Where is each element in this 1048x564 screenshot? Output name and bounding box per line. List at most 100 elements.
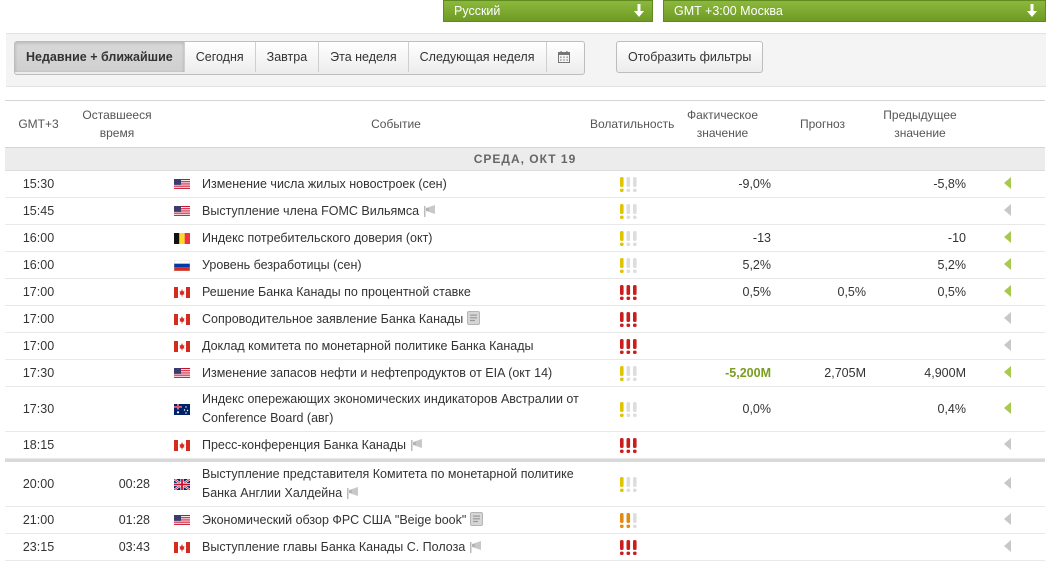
tab-this-week[interactable]: Эта неделя	[319, 42, 409, 72]
event-time: 17:00	[5, 332, 72, 360]
event-title[interactable]: Выступление члена FOMC Вильямса	[202, 204, 419, 218]
event-title[interactable]: Сопроводительное заявление Банка Канады	[202, 312, 463, 326]
event-row[interactable]: 16:00 Уровень безработицы (сен) 5,2% 5,2…	[5, 251, 1045, 279]
forecast-value	[775, 305, 870, 333]
event-row[interactable]: 15:45 Выступление члена FOMC Вильямса	[5, 197, 1045, 225]
volatility-3-icon	[620, 437, 637, 453]
event-time: 17:00	[5, 278, 72, 306]
forecast-value	[775, 533, 870, 561]
previous-value: 4,900M	[870, 359, 970, 387]
event-name[interactable]: Изменение числа жилых новостроек (сен)	[202, 170, 590, 198]
event-title[interactable]: Индекс опережающих экономических индикат…	[202, 392, 579, 425]
event-name[interactable]: Изменение запасов нефти и нефтепродуктов…	[202, 359, 590, 387]
forecast-value	[775, 386, 870, 432]
forecast-value	[775, 431, 870, 459]
event-title[interactable]: Доклад комитета по монетарной политике Б…	[202, 339, 533, 353]
col-forecast: Прогноз	[775, 100, 870, 148]
volatility-1-icon	[620, 230, 637, 246]
flag-ru-icon	[174, 260, 190, 272]
event-name[interactable]: Выступление главы Банка Канады С. Полоза	[202, 533, 590, 561]
event-name[interactable]: Индекс потребительского доверия (окт)	[202, 224, 590, 252]
tab-tomorrow[interactable]: Завтра	[256, 42, 320, 72]
forecast-value	[775, 251, 870, 279]
expand-arrow-icon	[1003, 203, 1011, 216]
country-flag	[162, 332, 202, 360]
event-name[interactable]: Индекс опережающих экономических индикат…	[202, 386, 590, 432]
tab-recent-upcoming[interactable]: Недавние + ближайшие	[15, 42, 185, 72]
time-remaining	[72, 197, 162, 225]
expand-arrow-icon	[1003, 512, 1011, 525]
time-remaining	[72, 170, 162, 198]
timezone-dropdown[interactable]: GMT +3:00 Москва	[663, 0, 1046, 22]
event-title[interactable]: Изменение числа жилых новостроек (сен)	[202, 177, 447, 191]
event-name[interactable]: Пресс-конференция Банка Канады	[202, 431, 590, 459]
event-time: 21:00	[5, 506, 72, 534]
event-row[interactable]: 20:00 00:28 Выступление представителя Ко…	[5, 462, 1045, 507]
expand-arrow-icon[interactable]	[1003, 284, 1012, 297]
document-icon	[470, 511, 484, 526]
event-title[interactable]: Экономический обзор ФРС США "Beige book"	[202, 513, 466, 527]
volatility-indicator	[590, 533, 670, 561]
event-name[interactable]: Выступление представителя Комитета по мо…	[202, 462, 590, 507]
document-icon	[467, 310, 481, 325]
country-flag	[162, 251, 202, 279]
event-time: 17:30	[5, 386, 72, 432]
event-row[interactable]: 17:00 Сопроводительное заявление Банка К…	[5, 305, 1045, 333]
show-filters-button[interactable]: Отобразить фильтры	[616, 41, 764, 73]
event-row[interactable]: 17:00 Доклад комитета по монетарной поли…	[5, 332, 1045, 360]
event-row[interactable]: 17:30 Индекс опережающих экономических и…	[5, 386, 1045, 432]
event-name[interactable]: Сопроводительное заявление Банка Канады	[202, 305, 590, 333]
expand-arrow-icon[interactable]	[1003, 401, 1012, 414]
expand-arrow-icon[interactable]	[1003, 365, 1012, 378]
event-title[interactable]: Выступление главы Банка Канады С. Полоза	[202, 540, 465, 554]
volatility-1-icon	[620, 476, 637, 492]
event-name[interactable]: Экономический обзор ФРС США "Beige book"	[202, 506, 590, 534]
event-title[interactable]: Изменение запасов нефти и нефтепродуктов…	[202, 366, 552, 380]
expand-cell	[970, 224, 1045, 252]
previous-value: 0,4%	[870, 386, 970, 432]
actual-value	[670, 197, 775, 225]
time-remaining: 01:28	[72, 506, 162, 534]
expand-arrow-icon[interactable]	[1003, 257, 1012, 270]
event-row[interactable]: 23:15 03:43 Выступление главы Банка Кана…	[5, 533, 1045, 561]
event-title[interactable]: Выступление представителя Комитета по мо…	[202, 467, 574, 500]
event-row[interactable]: 16:00 Индекс потребительского доверия (о…	[5, 224, 1045, 252]
actual-value	[670, 506, 775, 534]
event-title[interactable]: Решение Банка Канады по процентной ставк…	[202, 285, 471, 299]
volatility-1-icon	[620, 203, 637, 219]
col-actual: Фактическое значение	[670, 100, 775, 148]
previous-value	[870, 332, 970, 360]
event-row[interactable]: 18:15 Пресс-конференция Банка Канады	[5, 431, 1045, 459]
volatility-3-icon	[620, 284, 637, 300]
volatility-3-icon	[620, 311, 637, 327]
volatility-indicator	[590, 305, 670, 333]
expand-cell	[970, 359, 1045, 387]
forecast-value	[775, 170, 870, 198]
event-name[interactable]: Доклад комитета по монетарной политике Б…	[202, 332, 590, 360]
event-title[interactable]: Уровень безработицы (сен)	[202, 258, 362, 272]
event-title[interactable]: Индекс потребительского доверия (окт)	[202, 231, 432, 245]
event-row[interactable]: 15:30 Изменение числа жилых новостроек (…	[5, 170, 1045, 198]
volatility-indicator	[590, 431, 670, 459]
event-time: 16:00	[5, 251, 72, 279]
country-flag	[162, 224, 202, 252]
language-label: Русский	[454, 4, 501, 18]
actual-text: -9,0%	[738, 177, 771, 191]
tab-next-week[interactable]: Следующая неделя	[409, 42, 547, 72]
event-title[interactable]: Пресс-конференция Банка Канады	[202, 438, 406, 452]
event-row[interactable]: 21:00 01:28 Экономический обзор ФРС США …	[5, 506, 1045, 534]
event-name[interactable]: Решение Банка Канады по процентной ставк…	[202, 278, 590, 306]
event-row[interactable]: 17:30 Изменение запасов нефти и нефтепро…	[5, 359, 1045, 387]
event-name[interactable]: Уровень безработицы (сен)	[202, 251, 590, 279]
language-dropdown[interactable]: Русский	[443, 0, 653, 22]
time-remaining: 03:43	[72, 533, 162, 561]
event-name[interactable]: Выступление члена FOMC Вильямса	[202, 197, 590, 225]
expand-arrow-icon[interactable]	[1003, 230, 1012, 243]
expand-arrow-icon[interactable]	[1003, 176, 1012, 189]
tab-today[interactable]: Сегодня	[185, 42, 256, 72]
arrow-down-icon	[634, 4, 644, 17]
expand-arrow-icon	[1003, 437, 1011, 450]
calendar-button[interactable]	[547, 42, 584, 72]
flag-ca-icon	[174, 341, 190, 353]
event-row[interactable]: 17:00 Решение Банка Канады по процентной…	[5, 278, 1045, 306]
